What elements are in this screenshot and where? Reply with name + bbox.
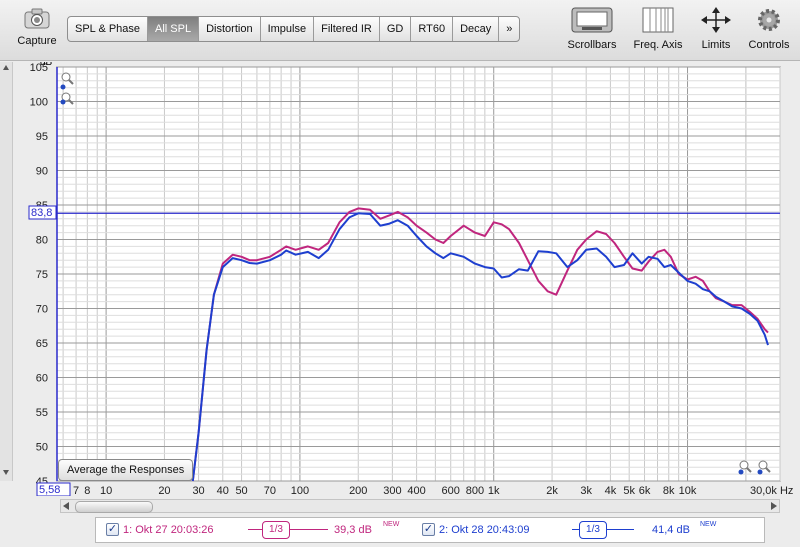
scroll-left-arrow-icon[interactable] — [63, 502, 69, 510]
x-tick-label: 200 — [349, 485, 367, 496]
scrollbars-icon — [571, 7, 613, 33]
x-tick-label: 3k — [580, 485, 592, 496]
tab-spl-phase[interactable]: SPL & Phase — [68, 17, 149, 41]
x-tick-label: 50 — [235, 485, 247, 496]
y-tick-label: 65 — [36, 338, 48, 350]
x-tick-label: 300 — [383, 485, 401, 496]
measurement-2-smoothing[interactable]: 1/3 — [579, 521, 607, 539]
measurement-2-badge: NEW — [700, 521, 717, 528]
x-tick-label: 20 — [158, 485, 170, 496]
x-tick-label: 4k — [605, 485, 617, 496]
toolbar: Capture SPL & Phase All SPL Distortion I… — [0, 0, 800, 61]
tab-filtered-ir[interactable]: Filtered IR — [314, 17, 380, 41]
y-tick-label: 70 — [36, 304, 48, 316]
scrollbars-label: Scrollbars — [567, 39, 617, 51]
spl-chart-svg: 1051009590858075706560555045 78102030405… — [28, 57, 793, 497]
x-tick-label: 70 — [264, 485, 276, 496]
x-tick-label: 600 — [442, 485, 460, 496]
freq-cursor-value: 5,58 — [39, 484, 60, 496]
tab-more-chevron[interactable]: » — [499, 17, 519, 41]
tab-rt60[interactable]: RT60 — [411, 17, 454, 41]
y-tick-label: 90 — [36, 166, 48, 178]
limits-button[interactable]: Limits — [694, 6, 738, 51]
x-tick-label: 2k — [546, 485, 558, 496]
x-tick-label: 30 — [192, 485, 204, 496]
measurement-1-level: 39,3 dB — [334, 524, 372, 536]
x-tick-labels: 7 8 10 20 30 40 50 70 100 200 300 400 600 800 1k 2k 3k 4k… — [73, 485, 793, 497]
x-tick-label: 10k — [679, 485, 697, 496]
freq-axis-label: Freq. Axis — [633, 39, 683, 51]
y-tick-label: 60 — [36, 373, 48, 385]
capture-button[interactable]: Capture — [12, 6, 62, 47]
level-cursor-box[interactable]: 83,8 — [28, 205, 57, 220]
y-tick-label: 80 — [36, 235, 48, 247]
measurement-2-level: 41,4 dB — [652, 524, 690, 536]
average-responses-button[interactable]: Average the Responses — [58, 459, 194, 481]
horizontal-scrollbar[interactable] — [60, 499, 780, 513]
tab-impulse[interactable]: Impulse — [261, 17, 315, 41]
measurement-1-badge: NEW — [383, 521, 400, 528]
x-tick-label: 800 — [466, 485, 484, 496]
controls-button[interactable]: Controls — [744, 6, 794, 51]
scroll-right-arrow-icon[interactable] — [771, 502, 777, 510]
tab-decay[interactable]: Decay — [453, 17, 500, 41]
x-tick-label: 40 — [217, 485, 229, 496]
x-tick-label: 7 — [73, 485, 79, 496]
level-cursor-value: 83,8 — [31, 207, 52, 219]
controls-label: Controls — [748, 39, 790, 51]
camera-icon — [24, 8, 50, 29]
arrows-icon — [701, 7, 731, 33]
y-tick-label: 50 — [36, 442, 48, 454]
measurement-1-smoothing[interactable]: 1/3 — [262, 521, 290, 539]
gear-icon — [758, 9, 780, 31]
x-tick-label: 5k — [623, 485, 635, 496]
x-tick-label: 1k — [488, 485, 500, 496]
measurement-legend: ✓ 1: Okt 27 20:03:26 1/3 39,3 dB NEW ✓ 2… — [95, 517, 765, 543]
measurement-1-checkbox[interactable]: ✓ — [106, 523, 119, 536]
y-tick-label: 100 — [30, 97, 48, 109]
limits-label: Limits — [701, 39, 731, 51]
tab-distortion[interactable]: Distortion — [199, 17, 261, 41]
y-axis-label: dB — [40, 62, 53, 68]
view-tabs: SPL & Phase All SPL Distortion Impulse F… — [67, 16, 521, 42]
tab-gd[interactable]: GD — [380, 17, 412, 41]
x-tick-label: 8 — [84, 485, 90, 496]
y-tick-label: 95 — [36, 131, 48, 143]
x-tick-label: 10 — [100, 485, 112, 496]
tab-all-spl[interactable]: All SPL — [148, 17, 200, 41]
x-tick-label: 100 — [291, 485, 309, 496]
freq-axis-button[interactable]: Freq. Axis — [628, 6, 688, 51]
measurement-1-label: 1: Okt 27 20:03:26 — [123, 524, 214, 536]
capture-label: Capture — [17, 35, 57, 47]
x-tick-label: 400 — [407, 485, 425, 496]
freq-cursor-box[interactable]: 5,58 — [36, 482, 71, 497]
grid — [57, 66, 781, 482]
x-tick-label: 30,0k Hz — [750, 485, 793, 496]
y-tick-labels: 1051009590858075706560555045 — [30, 62, 48, 488]
measurement-2-label: 2: Okt 28 20:43:09 — [439, 524, 530, 536]
scrollbars-button[interactable]: Scrollbars — [564, 6, 620, 51]
y-tick-label: 55 — [36, 407, 48, 419]
freq-axis-icon — [642, 7, 674, 33]
x-tick-label: 6k — [639, 485, 651, 496]
y-tick-label: 75 — [36, 269, 48, 281]
x-tick-label: 8k — [663, 485, 675, 496]
measurement-2-checkbox[interactable]: ✓ — [422, 523, 435, 536]
spl-chart: 1051009590858075706560555045 78102030405… — [0, 57, 800, 497]
